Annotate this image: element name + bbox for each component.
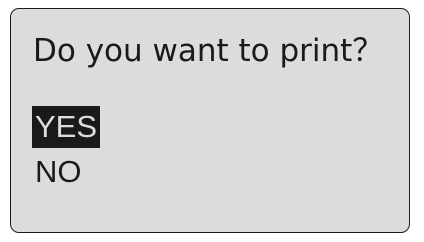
option-yes[interactable]: YES bbox=[32, 106, 101, 148]
lcd-screen: Do you want to print？ YES NO bbox=[10, 8, 410, 233]
option-no[interactable]: NO bbox=[32, 151, 85, 193]
print-prompt: Do you want to print？ bbox=[33, 33, 384, 69]
